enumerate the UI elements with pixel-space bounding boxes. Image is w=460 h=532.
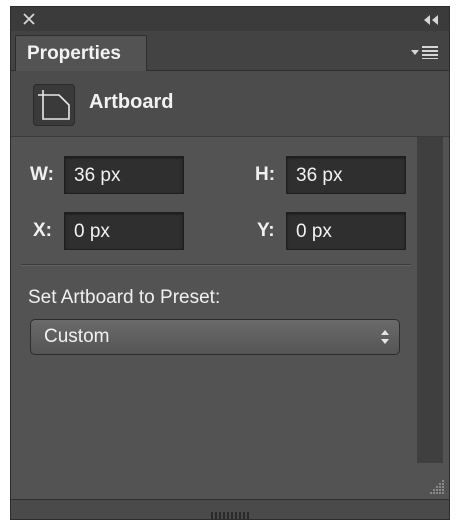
tab-properties[interactable]: Properties [15,35,147,72]
tab-bar: Properties [11,31,449,72]
x-label: X: [33,220,52,241]
panel-title-bar [11,7,449,31]
section-divider [21,264,411,266]
artboard-icon [33,84,75,126]
header-title: Artboard [89,91,174,113]
resize-grip-icon[interactable] [427,477,445,495]
width-label: W: [30,164,54,185]
width-field[interactable]: 36 px [64,156,184,194]
height-label: H: [255,164,276,185]
properties-content: W: 36 px H: 36 px X: 0 px Y: 0 px Set Ar… [11,137,417,465]
y-field[interactable]: 0 px [286,212,406,250]
preset-label: Set Artboard to Preset: [28,287,221,308]
properties-header: Artboard [11,71,449,137]
x-field[interactable]: 0 px [64,212,184,250]
drag-handle-icon[interactable] [210,506,250,519]
updown-arrows-icon [380,329,390,345]
tab-properties-label: Properties [27,43,121,64]
preset-select[interactable]: Custom [30,319,400,355]
close-icon[interactable] [22,12,36,26]
panel-footer [11,499,449,519]
height-value: 36 px [296,165,343,186]
panel-menu-icon[interactable] [411,45,439,59]
width-value: 36 px [74,165,121,186]
double-chevron-left-icon[interactable] [423,13,439,25]
y-label: Y: [257,220,275,241]
preset-select-value: Custom [44,326,110,347]
height-field[interactable]: 36 px [286,156,406,194]
properties-panel: Properties Artboard W: 36 px H: 36 px X:… [10,6,450,520]
x-value: 0 px [74,221,110,242]
scrollbar[interactable] [417,137,443,463]
y-value: 0 px [296,221,332,242]
